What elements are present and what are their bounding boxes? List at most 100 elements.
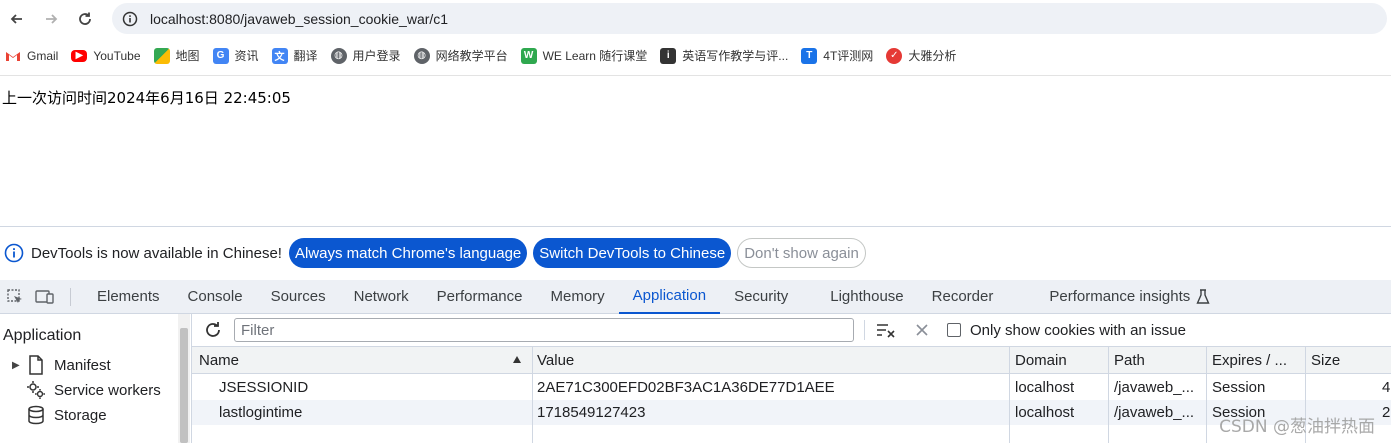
sidebar-item-service-workers[interactable]: Service workers — [12, 380, 161, 400]
bookmark-label: 4T评测网 — [823, 49, 874, 63]
infobar-message: DevTools is now available in Chinese! — [31, 244, 282, 262]
4t-icon: T — [801, 47, 818, 64]
bookmark-label: Gmail — [27, 48, 59, 63]
bookmark-daya[interactable]: ✓ 大雅分析 — [886, 47, 956, 64]
gmail-icon — [5, 47, 21, 64]
device-icon — [35, 289, 54, 304]
column-divider[interactable] — [1009, 347, 1010, 443]
tab-security[interactable]: Security — [720, 280, 802, 314]
reload-button[interactable] — [68, 2, 102, 36]
column-divider[interactable] — [532, 347, 533, 443]
database-icon — [26, 405, 46, 425]
back-button[interactable] — [0, 2, 34, 36]
sidebar-scrollbar[interactable] — [178, 314, 190, 443]
welearn-icon: W — [520, 47, 537, 64]
table-row[interactable]: JSESSIONID 2AE71C300EFD02BF3AC1A36DE77D1… — [192, 375, 1391, 400]
gears-icon — [26, 380, 46, 400]
switch-to-chinese-button[interactable]: Switch DevTools to Chinese — [533, 238, 732, 268]
bookmark-news[interactable]: G 资讯 — [212, 47, 259, 64]
scrollbar-thumb[interactable] — [180, 328, 188, 443]
cookie-size: 4 — [1382, 379, 1391, 396]
column-header-expires[interactable]: Expires / ... — [1212, 352, 1287, 369]
refresh-icon[interactable] — [203, 320, 223, 340]
column-divider[interactable] — [1206, 347, 1207, 443]
filter-input[interactable] — [234, 318, 854, 342]
column-header-value[interactable]: Value — [537, 352, 574, 369]
bookmark-label: 英语写作教学与评... — [682, 49, 789, 63]
issues-only-checkbox[interactable] — [947, 323, 961, 337]
cookies-table: Name Value Domain Path Expires / ... Siz… — [192, 347, 1391, 443]
column-header-domain[interactable]: Domain — [1015, 352, 1067, 369]
clear-filtered-cookies-button[interactable] — [875, 319, 897, 341]
sidebar-item-storage[interactable]: Storage — [12, 405, 107, 425]
url-text[interactable]: localhost:8080/javaweb_session_cookie_wa… — [150, 11, 448, 27]
tab-memory[interactable]: Memory — [537, 280, 619, 314]
browser-toolbar: localhost:8080/javaweb_session_cookie_wa… — [0, 0, 1391, 37]
globe-icon: ◍ — [330, 47, 347, 64]
address-bar[interactable]: localhost:8080/javaweb_session_cookie_wa… — [112, 3, 1387, 34]
tab-label: Performance insights — [1049, 288, 1191, 305]
forward-button[interactable] — [34, 2, 68, 36]
tab-console[interactable]: Console — [174, 280, 257, 314]
bookmark-label: YouTube — [93, 48, 141, 63]
tab-recorder[interactable]: Recorder — [918, 280, 1008, 314]
expand-caret-icon[interactable]: ▶ — [12, 360, 22, 371]
bookmark-writing[interactable]: i 英语写作教学与评... — [660, 47, 788, 64]
cookie-domain: localhost — [1015, 379, 1075, 396]
dont-show-again-button[interactable]: Don't show again — [737, 238, 866, 268]
flask-icon — [1196, 288, 1210, 304]
column-header-name[interactable]: Name — [199, 352, 239, 369]
bookmark-label: 地图 — [175, 49, 200, 63]
last-visit-text: 上一次访问时间2024年6月16日 22:45:05 — [2, 89, 291, 107]
bookmark-maps[interactable]: 地图 — [153, 47, 200, 64]
info-icon — [4, 243, 24, 263]
delete-cookie-button[interactable] — [911, 319, 933, 341]
column-divider[interactable] — [1108, 347, 1109, 443]
cookie-domain: localhost — [1015, 404, 1075, 421]
inspect-element-button[interactable] — [0, 280, 30, 314]
tab-network[interactable]: Network — [340, 280, 423, 314]
cookies-toolbar: Only show cookies with an issue — [192, 314, 1391, 347]
bookmark-gmail[interactable]: Gmail — [5, 47, 59, 64]
column-header-path[interactable]: Path — [1114, 352, 1145, 369]
page-divider — [0, 75, 1391, 76]
tab-sources[interactable]: Sources — [257, 280, 340, 314]
tab-application[interactable]: Application — [618, 280, 721, 314]
sidebar-item-manifest[interactable]: ▶ Manifest — [12, 355, 111, 375]
bookmark-label: 网络教学平台 — [435, 49, 508, 63]
bookmark-label: 大雅分析 — [908, 49, 957, 63]
bookmarks-bar: Gmail ▶ YouTube 地图 G 资讯 文翻译 ◍ 用户登录 ◍ 网络教学平台 … — [0, 42, 1391, 69]
column-header-size[interactable]: Size — [1311, 352, 1340, 369]
bookmark-welearn[interactable]: W WE Learn 随行课堂 — [520, 47, 648, 64]
news-icon: G — [212, 47, 229, 64]
tab-lighthouse[interactable]: Lighthouse — [816, 280, 917, 314]
devtools-tabbar: Elements Console Sources Network Perform… — [0, 280, 1391, 314]
issues-only-label[interactable]: Only show cookies with an issue — [970, 322, 1186, 339]
sidebar-item-label: Manifest — [54, 356, 111, 374]
tab-performance[interactable]: Performance — [423, 280, 537, 314]
tab-elements[interactable]: Elements — [83, 280, 174, 314]
bookmark-teaching-platform[interactable]: ◍ 网络教学平台 — [413, 47, 508, 64]
bookmark-label: 用户登录 — [352, 49, 401, 63]
table-row[interactable]: lastlogintime 1718549127423 localhost /j… — [192, 400, 1391, 425]
bookmark-4t[interactable]: T 4T评测网 — [801, 47, 873, 64]
sidebar-title: Application — [3, 327, 82, 344]
tab-performance-insights[interactable]: Performance insights — [1035, 280, 1224, 314]
bookmark-translate[interactable]: 文翻译 — [271, 47, 318, 64]
sidebar-item-label: Service workers — [54, 381, 161, 399]
cookie-path: /javaweb_... — [1114, 379, 1195, 396]
device-toolbar-button[interactable] — [30, 280, 60, 314]
cookie-name: lastlogintime — [219, 404, 303, 421]
bookmark-user-login[interactable]: ◍ 用户登录 — [330, 47, 401, 64]
close-icon — [916, 324, 928, 336]
maps-icon — [153, 47, 170, 64]
csdn-watermark: CSDN @葱油拌热面 — [1219, 417, 1375, 437]
sort-ascending-icon[interactable] — [512, 355, 522, 365]
info-icon[interactable] — [122, 11, 138, 27]
bookmark-youtube[interactable]: ▶ YouTube — [71, 48, 141, 63]
bookmark-label: WE Learn 随行课堂 — [542, 49, 648, 63]
cookie-size: 2 — [1382, 404, 1391, 421]
arrow-right-icon — [46, 13, 58, 24]
always-match-language-button[interactable]: Always match Chrome's language — [288, 238, 528, 268]
arrow-left-icon — [10, 13, 22, 24]
